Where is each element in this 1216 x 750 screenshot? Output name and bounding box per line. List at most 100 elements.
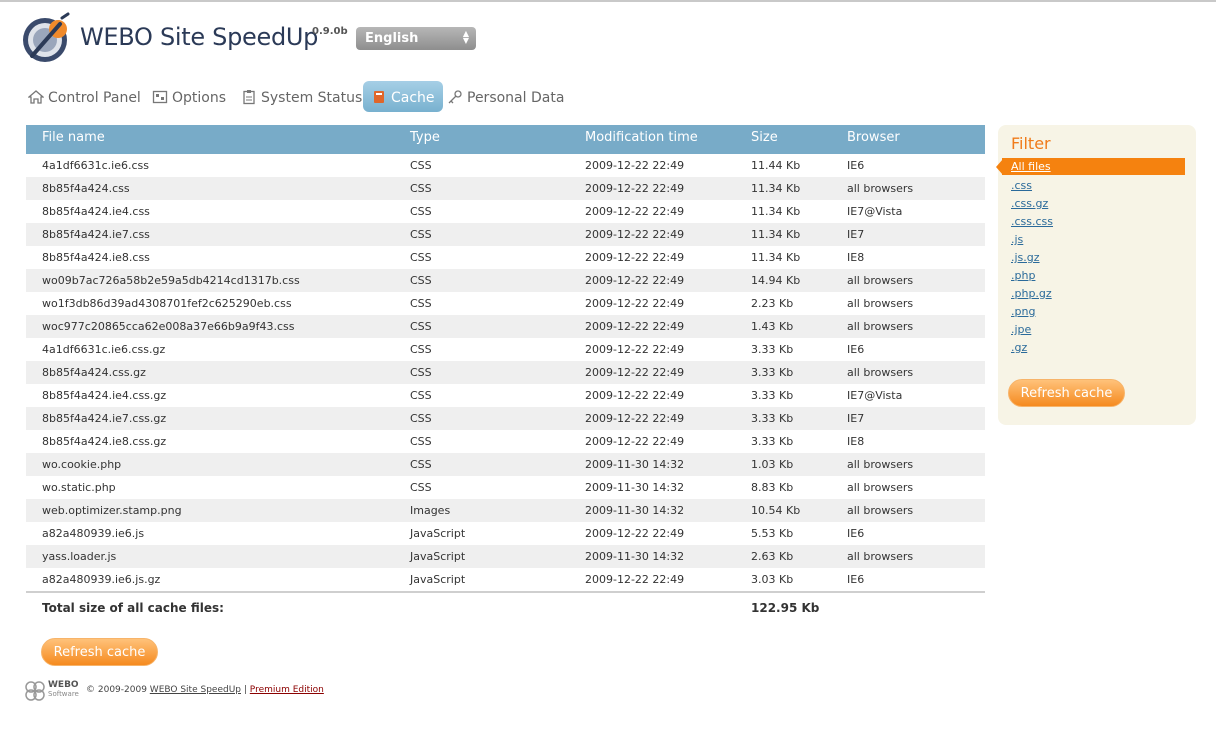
filter-item[interactable]: .css [1011, 179, 1032, 192]
filter-item[interactable]: .php [1011, 269, 1035, 282]
cell-modification-time: 2009-12-22 22:49 [585, 297, 685, 310]
table-row[interactable]: 8b85f4a424.ie4.css.gz CSS 2009-12-22 22:49… [26, 384, 985, 407]
filter-item[interactable]: .png [1011, 305, 1035, 318]
total-label: Total size of all cache files: [42, 601, 224, 615]
table-row[interactable]: 8b85f4a424.css CSS 2009-12-22 22:49 11.34 K… [26, 177, 985, 200]
table-row[interactable]: wo09b7ac726a58b2e59a5db4214cd1317b.css CS… [26, 269, 985, 292]
filter-item-all-files[interactable]: All files [996, 158, 1185, 175]
footer-brand-sub: Software [48, 690, 79, 698]
table-body: 4a1df6631c.ie6.css CSS 2009-12-22 22:49 11.… [26, 154, 985, 591]
tab-system-status[interactable]: System Status [241, 81, 362, 112]
column-header-modification-time[interactable]: Modification time [585, 130, 698, 145]
column-header-file-name[interactable]: File name [42, 130, 105, 145]
cell-browser: all browsers [847, 274, 914, 287]
cell-size: 3.03 Kb [751, 573, 794, 586]
footer-text: © 2009-2009 WEBO Site SpeedUp | Premium … [86, 685, 324, 695]
cell-size: 11.34 Kb [751, 228, 801, 241]
filter-active-label: All files [1011, 160, 1051, 173]
table-row[interactable]: 8b85f4a424.ie4.css CSS 2009-12-22 22:49 11.… [26, 200, 985, 223]
footer-separator: | [243, 685, 247, 695]
cell-size: 8.83 Kb [751, 481, 794, 494]
tab-personal-data[interactable]: Personal Data [447, 81, 564, 112]
tab-cache[interactable]: Cache [363, 81, 443, 112]
filter-item[interactable]: .css.css [1011, 215, 1053, 228]
table-row[interactable]: yass.loader.js JavaScript 2009-11-30 14:32… [26, 545, 985, 568]
cell-modification-time: 2009-11-30 14:32 [585, 458, 685, 471]
cell-file-name: wo.static.php [42, 481, 116, 494]
cell-browser: all browsers [847, 481, 914, 494]
column-header-size[interactable]: Size [751, 130, 778, 145]
cell-file-name: yass.loader.js [42, 550, 117, 563]
premium-edition-link[interactable]: Premium Edition [250, 685, 324, 695]
cell-modification-time: 2009-12-22 22:49 [585, 159, 685, 172]
cell-modification-time: 2009-12-22 22:49 [585, 366, 685, 379]
footer-brand: WEBO Software [48, 681, 79, 699]
cell-browser: all browsers [847, 458, 914, 471]
filter-item[interactable]: .js [1011, 233, 1023, 246]
filter-refresh-cache-button[interactable]: Refresh cache [1008, 379, 1125, 407]
table-row[interactable]: 8b85f4a424.ie7.css.gz CSS 2009-12-22 22:49… [26, 407, 985, 430]
cell-type: JavaScript [410, 550, 466, 563]
tab-label: System Status [261, 90, 363, 106]
cell-browser: all browsers [847, 366, 914, 379]
cell-browser: all browsers [847, 550, 914, 563]
column-header-browser[interactable]: Browser [847, 130, 900, 145]
cell-type: JavaScript [410, 527, 466, 540]
cell-modification-time: 2009-12-22 22:49 [585, 274, 685, 287]
cell-browser: IE6 [847, 159, 865, 172]
cell-modification-time: 2009-11-30 14:32 [585, 550, 685, 563]
table-row[interactable]: a82a480939.ie6.js JavaScript 2009-12-22 22… [26, 522, 985, 545]
tab-control-panel[interactable]: Control Panel [27, 81, 141, 112]
table-row[interactable]: 8b85f4a424.css.gz CSS 2009-12-22 22:49 3.33… [26, 361, 985, 384]
table-row[interactable]: 4a1df6631c.ie6.css CSS 2009-12-22 22:49 11.… [26, 154, 985, 177]
cell-file-name: woc977c20865cca62e008a37e66b9a9f43.css [42, 320, 295, 333]
cell-browser: all browsers [847, 320, 914, 333]
table-row[interactable]: wo.cookie.php CSS 2009-11-30 14:32 1.03 Kb a… [26, 453, 985, 476]
cell-file-name: 8b85f4a424.css [42, 182, 130, 195]
webo-logo-icon [20, 12, 74, 64]
total-row: Total size of all cache files: 122.95 Kb [26, 593, 985, 623]
cell-type: CSS [410, 182, 432, 195]
total-value: 122.95 Kb [751, 601, 820, 615]
cell-file-name: 8b85f4a424.ie7.css.gz [42, 412, 167, 425]
cell-modification-time: 2009-12-22 22:49 [585, 205, 685, 218]
table-row[interactable]: woc977c20865cca62e008a37e66b9a9f43.css CS… [26, 315, 985, 338]
column-header-type[interactable]: Type [410, 130, 440, 145]
language-select[interactable]: English ▲ ▼ [356, 27, 476, 50]
cell-browser: IE6 [847, 343, 865, 356]
filter-item[interactable]: .php.gz [1011, 287, 1052, 300]
table-row[interactable]: wo.static.php CSS 2009-11-30 14:32 8.83 Kb a… [26, 476, 985, 499]
table-row[interactable]: 8b85f4a424.ie8.css.gz CSS 2009-12-22 22:49… [26, 430, 985, 453]
table-row[interactable]: wo1f3db86d39ad4308701fef2c625290eb.css CS… [26, 292, 985, 315]
cell-size: 11.44 Kb [751, 159, 801, 172]
cell-modification-time: 2009-12-22 22:49 [585, 435, 685, 448]
cell-type: CSS [410, 458, 432, 471]
cell-modification-time: 2009-11-30 14:32 [585, 481, 685, 494]
app-title: WEBO Site SpeedUp [80, 23, 319, 51]
table-row[interactable]: 8b85f4a424.ie8.css CSS 2009-12-22 22:49 11.… [26, 246, 985, 269]
filter-item[interactable]: .css.gz [1011, 197, 1048, 210]
cell-modification-time: 2009-12-22 22:49 [585, 182, 685, 195]
cell-file-name: 8b85f4a424.ie8.css.gz [42, 435, 167, 448]
product-link[interactable]: WEBO Site SpeedUp [150, 685, 241, 695]
cell-type: CSS [410, 228, 432, 241]
cell-size: 1.43 Kb [751, 320, 794, 333]
cell-size: 3.33 Kb [751, 412, 794, 425]
clipboard-icon [241, 89, 257, 105]
select-arrows-icon: ▲ ▼ [462, 29, 469, 45]
tab-options[interactable]: Options [152, 81, 226, 112]
filter-item[interactable]: .jpe [1011, 323, 1031, 336]
cell-type: CSS [410, 251, 432, 264]
cell-modification-time: 2009-12-22 22:49 [585, 228, 685, 241]
table-row[interactable]: web.optimizer.stamp.png Images 2009-11-30 … [26, 499, 985, 522]
cell-type: CSS [410, 366, 432, 379]
cell-type: CSS [410, 274, 432, 287]
tab-label: Personal Data [467, 90, 565, 106]
table-row[interactable]: 8b85f4a424.ie7.css CSS 2009-12-22 22:49 11.… [26, 223, 985, 246]
filter-item[interactable]: .gz [1011, 341, 1027, 354]
table-row[interactable]: 4a1df6631c.ie6.css.gz CSS 2009-12-22 22:49… [26, 338, 985, 361]
refresh-cache-button[interactable]: Refresh cache [41, 638, 158, 666]
filter-item[interactable]: .js.gz [1011, 251, 1040, 264]
table-row[interactable]: a82a480939.ie6.js.gz JavaScript 2009-12-22… [26, 568, 985, 591]
top-border [0, 0, 1216, 2]
